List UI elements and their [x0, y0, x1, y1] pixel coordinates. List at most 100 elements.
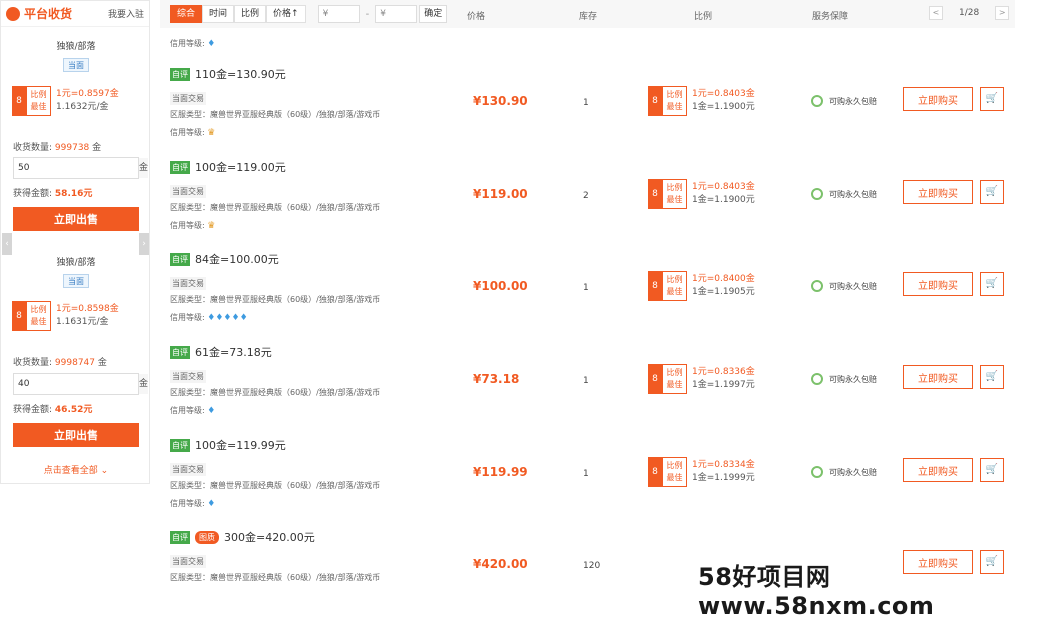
listing-title-text: 110金=130.90元 [195, 68, 286, 81]
sell-quantity-input[interactable] [14, 158, 138, 178]
listing-rate: 1元=0.8400金 [692, 274, 755, 284]
shield-icon [811, 280, 823, 292]
ratio-best: 8 比例 最佳 1元=0.8400金 1金=1.1905元 [648, 271, 755, 301]
trade-type-tag: 当面交易 [170, 277, 206, 290]
sell-offer-1: 独狼/部落 当面 [1, 39, 149, 72]
ratio-best: 8 比例 最佳 1元=0.8403金 1金=1.1900元 [648, 86, 755, 116]
chevron-left-icon[interactable]: ‹ [2, 233, 12, 255]
buy-now-button[interactable]: 立即购买 [903, 180, 973, 204]
listing-row: 自评 84金=100.00元 当面交易区服类型：魔兽世界亚服经典版（60级）/独狼/… [160, 251, 1015, 344]
listing-title-text: 300金=420.00元 [224, 531, 315, 544]
listing-title[interactable]: 自评 110金=130.90元 [170, 66, 286, 82]
medal-icon: 8 [12, 301, 26, 331]
min-price-input[interactable]: ¥ [317, 5, 360, 23]
offer-qty-label: 收货数量: 9998747 金 [13, 358, 107, 368]
self-review-badge: 自评 [170, 252, 190, 266]
confirm-button[interactable]: 确定 [419, 5, 448, 23]
trade-type-tag: 当面交易 [170, 555, 206, 568]
cart-icon[interactable]: 🛒 [980, 180, 1004, 204]
header-service: 服务保障 [812, 12, 849, 22]
offer-best-ratio: 8 比例 最佳 1元=0.8597金 1.1632元/金 [12, 86, 119, 116]
sell-quantity-input[interactable] [14, 374, 138, 394]
buy-now-button[interactable]: 立即购买 [903, 458, 973, 482]
sidebar-title: 平台收货 [24, 7, 73, 21]
service-guarantee: 可购永久包赔 [811, 188, 877, 200]
cart-icon[interactable]: 🛒 [980, 272, 1004, 296]
ratio-best: 8 比例 最佳 1元=0.8334金 1金=1.1999元 [648, 457, 755, 487]
self-review-badge: 自评 [170, 530, 190, 544]
shield-icon [811, 373, 823, 385]
offer-qty-field: 金 [13, 373, 149, 395]
listing-rate: 1元=0.8334金 [692, 460, 755, 470]
credit-level: 信用等级: ♦ [170, 406, 216, 416]
sidebar-header: 平台收货 我要入驻 [1, 1, 149, 27]
sort-time[interactable]: 时间 [202, 5, 235, 23]
sort-group: 综合 时间 比例 价格↑ [170, 5, 306, 23]
listing-stock: 1 [583, 376, 589, 386]
sell-now-button[interactable]: 立即出售 [13, 207, 139, 231]
diamond-icon: ♦ [207, 39, 216, 49]
listing-title[interactable]: 自评 84金=100.00元 [170, 251, 279, 267]
listing-row: 自评 100金=119.00元 当面交易 区服类型：魔兽世界亚服经典版（60级）/独狼… [160, 159, 1015, 252]
unit-label: 金 [138, 374, 149, 394]
ratio-best: 8 比例 最佳 1元=0.8336金 1金=1.1997元 [648, 364, 755, 394]
join-link[interactable]: 我要入驻 [108, 7, 144, 20]
listing-unit-price: 1金=1.1900元 [692, 195, 755, 205]
buy-now-button[interactable]: 立即购买 [903, 272, 973, 296]
server-type: 区服类型：魔兽世界亚服经典版（60级）/独狼/部落/游戏币 [170, 481, 381, 490]
best-ratio-badge: 比例 最佳 [662, 86, 687, 116]
credit-level: 信用等级: ♦♦♦♦♦ [170, 313, 248, 323]
sell-now-button[interactable]: 立即出售 [13, 423, 139, 447]
sort-comprehensive[interactable]: 综合 [170, 5, 203, 23]
offer-race: 独狼/部落 [56, 42, 96, 52]
listing-title-text: 61金=73.18元 [195, 346, 272, 359]
listing-title[interactable]: 自评 61金=73.18元 [170, 344, 272, 360]
listing-row: 自评 61金=73.18元 当面交易 区服类型：魔兽世界亚服经典版（60级）/独狼/部… [160, 344, 1015, 437]
listing-title[interactable]: 自评 100金=119.00元 [170, 159, 286, 175]
listing-unit-price: 1金=1.1999元 [692, 473, 755, 483]
listing-unit-price: 1金=1.1997元 [692, 380, 755, 390]
medal-icon: 8 [648, 364, 662, 394]
sell-sidebar: 平台收货 我要入驻 独狼/部落 当面 8 比例 最佳 1元=0.8597金 1.1… [0, 0, 150, 484]
listing-price: ¥119.99 [473, 465, 528, 479]
crown-icon: ♛ [207, 221, 216, 231]
cart-icon[interactable]: 🛒 [980, 365, 1004, 389]
buy-now-button[interactable]: 立即购买 [903, 87, 973, 111]
price-range: ¥ - ¥ 确定 [317, 5, 448, 23]
next-page-button[interactable]: > [995, 6, 1010, 20]
self-review-badge: 自评 [170, 345, 190, 359]
see-all-link[interactable]: 点击查看全部 ⌄ [1, 463, 149, 476]
server-type: 区服类型：魔兽世界亚服经典版（60级）/独狼/部落/游戏币 [170, 388, 381, 397]
shield-icon [811, 188, 823, 200]
listing-title[interactable]: 自评 图质 300金=420.00元 [170, 529, 315, 545]
chevron-right-icon[interactable]: › [139, 233, 149, 255]
diamond-icon: ♦ [207, 499, 216, 509]
listing-price: ¥119.00 [473, 187, 528, 201]
listing-title-text: 100金=119.99元 [195, 439, 286, 452]
self-review-badge: 自评 [170, 438, 190, 452]
cart-icon[interactable]: 🛒 [980, 458, 1004, 482]
watermark: 58好项目网www.58nxm.com [698, 563, 935, 620]
range-dash: - [365, 8, 370, 20]
listing-price: ¥130.90 [473, 94, 528, 108]
cart-icon[interactable]: 🛒 [980, 87, 1004, 111]
listing-row: 自评 110金=130.90元 当面交易 区服类型：魔兽世界亚服经典版（60级）/独狼… [160, 66, 1015, 159]
max-price-input[interactable]: ¥ [375, 5, 418, 23]
listing-unit-price: 1金=1.1905元 [692, 287, 755, 297]
medal-icon: 8 [648, 271, 662, 301]
credit-level: 信用等级: ♦ [170, 39, 216, 49]
listing-rate: 1元=0.8403金 [692, 89, 755, 99]
offer-unit-price: 1.1632元/金 [56, 102, 109, 112]
listing-title[interactable]: 自评 100金=119.99元 [170, 437, 286, 453]
server-type: 区服类型：魔兽世界亚服经典版（60级）/独狼/部落/游戏币 [170, 203, 381, 212]
medal-icon: 8 [648, 86, 662, 116]
listing-rate: 1元=0.8336金 [692, 367, 755, 377]
server-type: 区服类型：魔兽世界亚服经典版（60级）/独狼/部落/游戏币 [170, 295, 381, 304]
sort-price[interactable]: 价格↑ [266, 5, 306, 23]
prev-page-button[interactable]: < [929, 6, 943, 20]
sort-ratio[interactable]: 比例 [234, 5, 267, 23]
chevron-down-icon: ⌄ [100, 466, 109, 476]
sell-offer-2: 独狼/部落 当面 [1, 255, 149, 288]
best-ratio-badge: 比例 最佳 [26, 86, 51, 116]
buy-now-button[interactable]: 立即购买 [903, 365, 973, 389]
